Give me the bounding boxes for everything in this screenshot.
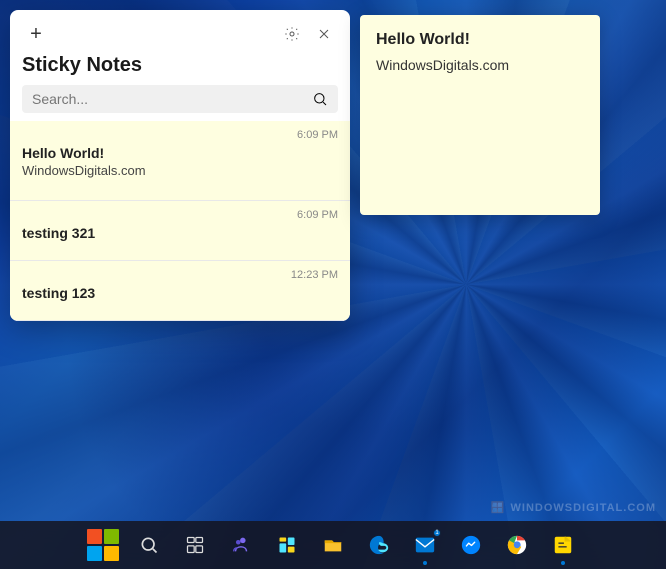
chrome-icon <box>506 534 528 556</box>
open-note-body: WindowsDigitals.com <box>376 57 584 73</box>
list-item[interactable]: 12:23 PM testing 123 <box>10 261 350 321</box>
start-button-grid <box>87 529 119 561</box>
gear-icon <box>284 26 300 42</box>
mail-notification-dot: 1 <box>433 529 441 537</box>
close-button[interactable] <box>310 20 338 48</box>
note-body: WindowsDigitals.com <box>22 163 338 178</box>
start-square-2 <box>104 529 119 544</box>
watermark-text: WINDOWSDIGITAL.COM <box>511 502 657 514</box>
search-taskbar-icon <box>139 535 159 555</box>
window-header: + <box>10 10 350 54</box>
list-item[interactable]: 6:09 PM Hello World! WindowsDigitals.com <box>10 121 350 201</box>
start-square-4 <box>104 546 119 561</box>
task-view-icon <box>185 535 205 555</box>
taskbar-icon-start[interactable] <box>81 523 125 567</box>
settings-button[interactable] <box>278 20 306 48</box>
taskbar-icons: 1 <box>81 523 585 567</box>
taskbar-icon-teams[interactable] <box>219 523 263 567</box>
open-note-title: Hello World! <box>376 31 584 49</box>
start-square-3 <box>87 546 102 561</box>
taskbar-icon-task-view[interactable] <box>173 523 217 567</box>
note-timestamp: 12:23 PM <box>22 269 338 281</box>
window-title: Sticky Notes <box>10 54 350 85</box>
search-icon <box>312 91 328 107</box>
sticky-notes-taskbar-icon <box>552 534 574 556</box>
taskbar-icon-chrome[interactable] <box>495 523 539 567</box>
list-item[interactable]: 6:09 PM testing 321 <box>10 201 350 261</box>
edge-icon <box>368 534 390 556</box>
search-input[interactable] <box>32 91 304 107</box>
taskbar-icon-edge[interactable] <box>357 523 401 567</box>
teams-icon <box>230 534 252 556</box>
note-title: testing 321 <box>22 225 338 241</box>
open-sticky-note[interactable]: Hello World! WindowsDigitals.com <box>360 15 600 215</box>
note-timestamp: 6:09 PM <box>22 209 338 221</box>
notes-list: 6:09 PM Hello World! WindowsDigitals.com… <box>10 121 350 321</box>
window-controls <box>278 20 338 48</box>
taskbar-icon-sticky-notes[interactable] <box>541 523 585 567</box>
note-title: Hello World! <box>22 145 338 161</box>
note-title: testing 123 <box>22 285 338 301</box>
file-explorer-icon <box>322 534 344 556</box>
taskbar-icon-mail[interactable]: 1 <box>403 523 447 567</box>
watermark: 🪟 WINDOWSDIGITAL.COM <box>491 501 656 514</box>
sticky-notes-window: + Sticky Notes 6:09 PM He <box>10 10 350 321</box>
mail-icon <box>414 534 436 556</box>
add-note-button[interactable]: + <box>22 20 50 48</box>
taskbar-icon-file-explorer[interactable] <box>311 523 355 567</box>
watermark-icon: 🪟 <box>491 501 506 514</box>
taskbar-icon-search[interactable] <box>127 523 171 567</box>
taskbar-icon-messenger[interactable] <box>449 523 493 567</box>
close-icon <box>316 26 332 42</box>
messenger-icon <box>460 534 482 556</box>
start-square-1 <box>87 529 102 544</box>
taskbar-icon-widgets[interactable] <box>265 523 309 567</box>
note-timestamp: 6:09 PM <box>22 129 338 141</box>
widgets-icon <box>277 535 297 555</box>
taskbar: 1 <box>0 521 666 569</box>
search-bar <box>22 85 338 113</box>
